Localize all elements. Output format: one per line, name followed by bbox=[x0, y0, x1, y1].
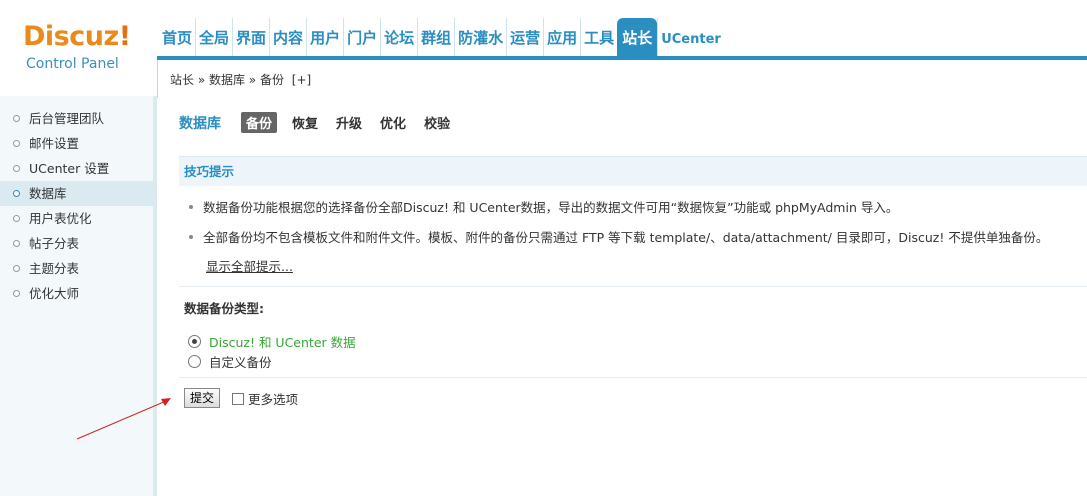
nav-item-ucenter[interactable]: UCenter bbox=[657, 18, 724, 56]
nav-item-tools[interactable]: 工具 bbox=[580, 18, 617, 56]
tab-verify[interactable]: 校验 bbox=[421, 112, 453, 133]
tab-upgrade[interactable]: 升级 bbox=[333, 112, 365, 133]
sidebar-item-label: 数据库 bbox=[29, 186, 67, 201]
tab-backup[interactable]: 备份 bbox=[241, 112, 278, 133]
breadcrumb-text: 站长 » 数据库 » 备份 bbox=[170, 73, 284, 87]
more-options-toggle[interactable]: 更多选项 bbox=[232, 389, 298, 408]
sidebar-item-label: 帖子分表 bbox=[29, 236, 80, 251]
breadcrumb-add-shortcut[interactable]: [+] bbox=[292, 73, 311, 87]
brand-text: Discuz bbox=[23, 21, 119, 52]
nav-item-home[interactable]: 首页 bbox=[159, 18, 195, 56]
nav-item-forum[interactable]: 论坛 bbox=[380, 18, 417, 56]
radio-label: Discuz! 和 UCenter 数据 bbox=[209, 335, 356, 350]
bullet-icon bbox=[13, 140, 20, 147]
backup-type-label: 数据备份类型: bbox=[184, 301, 264, 316]
divider bbox=[179, 377, 1087, 378]
sidebar-item-post-split[interactable]: 帖子分表 bbox=[0, 231, 153, 256]
nav-item-webmaster[interactable]: 站长 bbox=[617, 18, 658, 60]
sidebar-item-label: 邮件设置 bbox=[29, 136, 80, 151]
more-options-checkbox[interactable] bbox=[232, 392, 244, 405]
bullet-icon bbox=[13, 165, 20, 172]
radio-option-discuz-ucenter[interactable]: Discuz! 和 UCenter 数据 bbox=[188, 332, 356, 351]
tip-text: 全部备份均不包含模板文件和附件文件。模板、附件的备份只需通过 FTP 等下载 t… bbox=[203, 230, 1049, 245]
bullet-icon bbox=[13, 115, 20, 122]
sidebar-item-optimizer[interactable]: 优化大师 bbox=[0, 281, 153, 306]
bullet-icon bbox=[13, 265, 20, 272]
nav-item-groups[interactable]: 群组 bbox=[417, 18, 454, 56]
brand-logo: Discuz! bbox=[23, 21, 131, 53]
nav-item-antispam[interactable]: 防灌水 bbox=[454, 18, 506, 56]
sidebar-item-label: 优化大师 bbox=[29, 286, 80, 301]
nav-item-apps[interactable]: 应用 bbox=[543, 18, 580, 56]
nav-item-operations[interactable]: 运营 bbox=[506, 18, 543, 56]
bullet-icon bbox=[13, 215, 20, 222]
bullet-icon bbox=[13, 240, 20, 247]
top-navigation: 首页 全局 界面 内容 用户 门户 论坛 群组 防灌水 运营 应用 工具 站长 … bbox=[157, 0, 1087, 60]
tip-text: 数据备份功能根据您的选择备份全部Discuz! 和 UCenter数据，导出的数… bbox=[203, 200, 899, 215]
brand-subtitle: Control Panel bbox=[26, 56, 119, 72]
show-all-tips-link[interactable]: 显示全部提示... bbox=[206, 256, 293, 275]
sidebar-item-thread-split[interactable]: 主题分表 bbox=[0, 256, 153, 281]
tip-item: 全部备份均不包含模板文件和附件文件。模板、附件的备份只需通过 FTP 等下载 t… bbox=[189, 227, 1048, 246]
breadcrumb-bar: 站长 » 数据库 » 备份 [+] bbox=[157, 60, 1087, 98]
bullet-icon bbox=[13, 190, 20, 197]
sidebar-item-user-table-optimize[interactable]: 用户表优化 bbox=[0, 206, 153, 231]
main-content: 数据库 备份 恢复 升级 优化 校验 技巧提示 数据备份功能根据您的选择备份全部… bbox=[161, 98, 1087, 496]
database-subtabs: 数据库 备份 恢复 升级 优化 校验 bbox=[179, 112, 465, 133]
tip-item: 数据备份功能根据您的选择备份全部Discuz! 和 UCenter数据，导出的数… bbox=[189, 197, 898, 216]
submit-button[interactable]: 提交 bbox=[184, 388, 220, 408]
radio-label: 自定义备份 bbox=[209, 355, 272, 370]
sidebar-item-mail-settings[interactable]: 邮件设置 bbox=[0, 131, 153, 156]
sidebar-item-label: 后台管理团队 bbox=[29, 111, 105, 126]
radio-option-custom[interactable]: 自定义备份 bbox=[188, 352, 272, 371]
brand-bang: ! bbox=[118, 21, 131, 52]
sidebar-item-label: 用户表优化 bbox=[29, 211, 92, 226]
nav-item-global[interactable]: 全局 bbox=[195, 18, 232, 56]
logo: Discuz! Control Panel bbox=[0, 0, 157, 90]
sidebar-item-admin-team[interactable]: 后台管理团队 bbox=[0, 106, 153, 131]
nav-item-interface[interactable]: 界面 bbox=[232, 18, 269, 56]
breadcrumb: 站长 » 数据库 » 备份 [+] bbox=[170, 71, 311, 88]
more-options-label: 更多选项 bbox=[248, 392, 299, 407]
divider bbox=[179, 286, 1087, 287]
nav-item-portal[interactable]: 门户 bbox=[343, 18, 380, 56]
bullet-icon bbox=[189, 204, 193, 209]
tab-restore[interactable]: 恢复 bbox=[289, 112, 321, 133]
nav-item-content[interactable]: 内容 bbox=[269, 18, 306, 56]
sidebar-item-ucenter-settings[interactable]: UCenter 设置 bbox=[0, 156, 153, 181]
radio-button[interactable] bbox=[188, 355, 201, 368]
tab-optimize[interactable]: 优化 bbox=[377, 112, 409, 133]
sidebar-item-label: UCenter 设置 bbox=[29, 161, 110, 176]
sidebar-list: 后台管理团队 邮件设置 UCenter 设置 数据库 用户表优化 帖子分表 主题… bbox=[0, 96, 153, 306]
tips-heading: 技巧提示 bbox=[179, 156, 1087, 186]
radio-button[interactable] bbox=[188, 335, 201, 348]
sidebar: 后台管理团队 邮件设置 UCenter 设置 数据库 用户表优化 帖子分表 主题… bbox=[0, 96, 157, 496]
bullet-icon bbox=[189, 234, 193, 239]
bullet-icon bbox=[13, 290, 20, 297]
sidebar-item-database[interactable]: 数据库 bbox=[0, 181, 153, 206]
nav-item-users[interactable]: 用户 bbox=[306, 18, 343, 56]
nav-items: 首页 全局 界面 内容 用户 门户 论坛 群组 防灌水 运营 应用 工具 站长 … bbox=[159, 18, 724, 60]
section-title: 数据库 bbox=[179, 115, 221, 132]
sidebar-item-label: 主题分表 bbox=[29, 261, 80, 276]
